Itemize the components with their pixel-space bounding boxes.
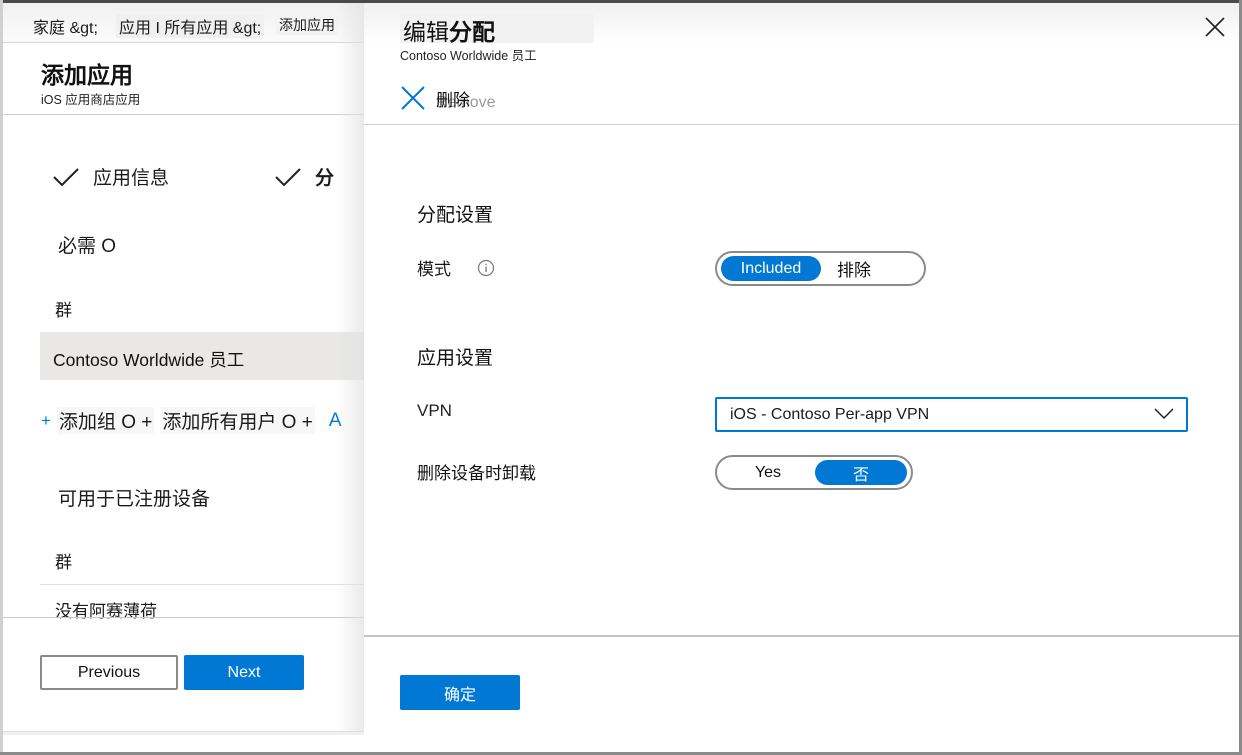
vpn-dropdown[interactable]: iOS - Contoso Per-app VPN [715, 397, 1188, 432]
vpn-selected-value: iOS - Contoso Per-app VPN [730, 405, 930, 423]
uninstall-label: 删除设备时卸载 [417, 464, 536, 483]
empty-groups-text: 没有阿赛薄荷 [55, 602, 157, 621]
remove-x-icon [401, 86, 425, 110]
checkmark-icon [275, 167, 301, 186]
step-label: 分 [315, 168, 335, 189]
add-app-blade: 家庭 &gt; 应用 I 所有应用 &gt; 添加应用 添加应用 iOS 应用商… [3, 3, 364, 735]
divider [40, 584, 364, 585]
blade-subtitle: iOS 应用商店应用 [41, 93, 141, 107]
app-settings-title: 应用设置 [417, 348, 494, 369]
wizard-step-app-info[interactable]: 应用信息 [51, 163, 169, 190]
add-all-users-link[interactable]: 添加所有用户 O + [160, 407, 315, 434]
mode-option-excluded[interactable]: 排除 [821, 256, 891, 281]
step-label: 应用信息 [93, 168, 170, 189]
chevron-down-icon [1154, 408, 1174, 420]
add-links: + 添加组 O + 添加所有用户 O + A [41, 407, 342, 434]
blade-title: 添加应用 [41, 62, 133, 88]
blade-subtitle: Contoso Worldwide 员工 [400, 49, 537, 63]
info-icon[interactable] [477, 259, 495, 277]
divider [3, 617, 364, 618]
horizontal-scrollbar[interactable] [3, 731, 364, 735]
plus-icon: + [41, 410, 51, 430]
group-column-header: 群 [55, 301, 72, 320]
breadcrumb: 家庭 &gt; 应用 I 所有应用 &gt; 添加应用 [3, 3, 364, 43]
group-column-header: 群 [55, 553, 72, 572]
next-button[interactable]: Next [184, 655, 304, 690]
blade-title: 编辑分配 [400, 13, 594, 45]
vpn-label: VPN [417, 401, 452, 420]
mode-label-text: 模式 [417, 260, 451, 279]
checkmark-icon [53, 167, 79, 186]
remove-button[interactable]: Remove 删除 [400, 85, 496, 111]
available-section-title: 可用于已注册设备 [58, 489, 211, 510]
group-name: Contoso Worldwide 员工 [53, 350, 245, 370]
uninstall-option-yes[interactable]: Yes [721, 460, 815, 485]
divider [364, 635, 1239, 637]
mode-option-included[interactable]: Included [721, 256, 821, 281]
close-icon[interactable] [1204, 16, 1226, 38]
required-section-title: 必需 O [58, 236, 117, 257]
breadcrumb-home[interactable]: 家庭 &gt; [33, 14, 98, 38]
breadcrumb-all-apps[interactable]: 应用 I 所有应用 &gt; [116, 14, 265, 38]
title-bold: 分配 [449, 19, 495, 45]
add-group-link[interactable]: 添加组 O + [56, 407, 155, 434]
add-all-devices-link[interactable]: A [329, 410, 342, 432]
breadcrumb-current: 添加应用 [276, 15, 338, 35]
group-row[interactable]: Contoso Worldwide 员工 [40, 332, 364, 380]
wizard-step-assignments[interactable]: 分 [273, 163, 334, 190]
mode-toggle[interactable]: Included 排除 [715, 251, 926, 286]
edit-assignment-blade: 编辑分配 Contoso Worldwide 员工 Remove 删除 分配设置… [364, 3, 1239, 752]
assignment-settings-title: 分配设置 [417, 205, 494, 226]
divider [364, 124, 1239, 125]
previous-button[interactable]: Previous [40, 655, 178, 690]
title-regular: 编辑 [403, 19, 449, 45]
remove-label: 删除 [436, 90, 470, 110]
mode-label: 模式 [417, 255, 495, 280]
ok-button[interactable]: 确定 [400, 675, 520, 710]
divider [3, 114, 364, 115]
uninstall-option-no[interactable]: 否 [815, 460, 907, 485]
uninstall-toggle[interactable]: Yes 否 [715, 455, 913, 490]
